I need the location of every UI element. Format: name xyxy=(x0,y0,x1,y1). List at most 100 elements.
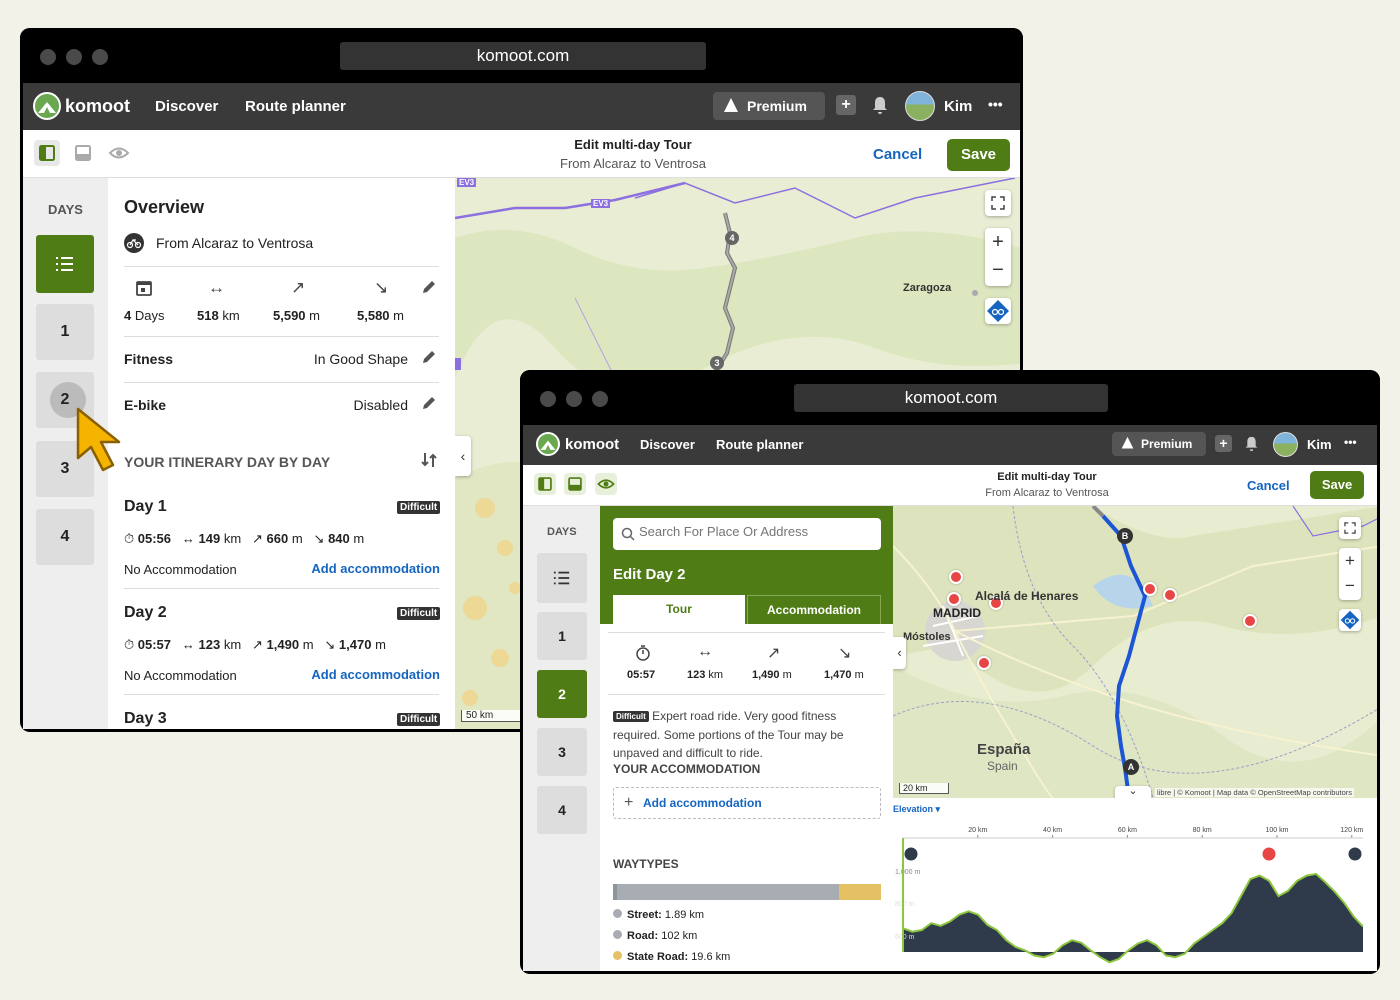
bell-icon[interactable] xyxy=(1244,435,1259,452)
avatar[interactable] xyxy=(1273,432,1298,457)
zoom-in-button[interactable]: + xyxy=(985,228,1011,257)
sidebar-toggle-icon[interactable] xyxy=(534,473,556,495)
day-button-1[interactable]: 1 xyxy=(36,304,94,360)
waytype-street: Street: 1.89 km xyxy=(613,909,704,921)
app-header: komoot Discover Route planner Premium + … xyxy=(523,425,1377,465)
tab-accommodation[interactable]: Accommodation xyxy=(747,595,881,624)
toolbar-title: Edit multi-day Tour xyxy=(574,137,692,152)
maximize-window-dot[interactable] xyxy=(92,49,108,65)
maximize-window-dot[interactable] xyxy=(592,391,608,407)
add-accommodation-button[interactable]: + Add accommodation xyxy=(613,787,881,819)
day-button-1[interactable]: 1 xyxy=(537,612,587,660)
bike-poi-marker-icon[interactable] xyxy=(977,656,991,670)
day-1-title[interactable]: Day 1 xyxy=(124,498,167,516)
save-button[interactable]: Save xyxy=(947,139,1010,171)
finish-marker-icon[interactable] xyxy=(1347,846,1363,862)
edit-fitness-pencil-icon[interactable] xyxy=(420,348,438,366)
minimize-window-dot[interactable] xyxy=(566,391,582,407)
zoom-out-button[interactable]: − xyxy=(985,257,1011,286)
premium-button[interactable]: Premium xyxy=(713,92,825,120)
elevation-y-tick: 1,000 m xyxy=(895,869,920,876)
waytype-color-dot xyxy=(613,951,622,960)
elevation-chart[interactable]: 20 km 40 km 60 km 80 km 100 km 120 km 1,000 m 8… xyxy=(893,822,1373,971)
overview-list-button[interactable] xyxy=(36,235,94,293)
address-bar[interactable]: komoot.com xyxy=(794,384,1108,412)
komoot-logo-icon[interactable] xyxy=(33,92,61,120)
bell-icon[interactable] xyxy=(871,95,889,115)
close-window-dot[interactable] xyxy=(40,49,56,65)
start-marker-icon[interactable] xyxy=(903,846,919,862)
stat-ascent: 5,590 m xyxy=(273,308,321,323)
zoom-control: + − xyxy=(1339,548,1361,600)
day-1-add-accommodation-link[interactable]: Add accommodation xyxy=(311,561,440,576)
day-2-add-accommodation-link[interactable]: Add accommodation xyxy=(311,667,440,682)
eye-icon[interactable] xyxy=(106,140,132,166)
bottom-panel-toggle-icon[interactable] xyxy=(564,473,586,495)
avatar[interactable] xyxy=(905,91,935,121)
map[interactable]: B A Alcalá de Henares MADRID Móstoles Es… xyxy=(893,506,1377,798)
toolbar-subtitle: From Alcaraz to Ventrosa xyxy=(560,156,706,171)
waytype-color-dot xyxy=(613,930,622,939)
toolbar-subtitle: From Alcaraz to Ventrosa xyxy=(985,487,1109,499)
tab-tour[interactable]: Tour xyxy=(613,595,745,624)
fullscreen-icon[interactable] xyxy=(985,190,1011,216)
eye-icon[interactable] xyxy=(595,473,617,495)
edit-ebike-pencil-icon[interactable] xyxy=(420,394,438,412)
user-name[interactable]: Kim xyxy=(944,98,972,115)
nav-route-planner[interactable]: Route planner xyxy=(245,98,346,115)
komoot-logo-icon[interactable] xyxy=(536,432,560,456)
brand-name[interactable]: komoot xyxy=(65,96,130,117)
day-button-2[interactable]: 2 xyxy=(537,670,587,718)
day-3-title[interactable]: Day 3 xyxy=(124,710,167,728)
marker-b[interactable]: B xyxy=(1117,528,1133,544)
nav-discover[interactable]: Discover xyxy=(155,98,218,115)
elevation-cursor[interactable] xyxy=(902,838,904,952)
close-window-dot[interactable] xyxy=(540,391,556,407)
marker-a[interactable]: A xyxy=(1123,759,1139,775)
cancel-button[interactable]: Cancel xyxy=(873,146,922,163)
nav-route-planner[interactable]: Route planner xyxy=(716,437,803,452)
add-button[interactable]: + xyxy=(836,95,856,115)
overview-list-button[interactable] xyxy=(537,553,587,603)
zoom-out-button[interactable]: − xyxy=(1339,574,1361,600)
add-button[interactable]: + xyxy=(1215,435,1232,452)
collapse-panel-chevron-icon[interactable]: ‹ xyxy=(893,637,906,669)
search-input[interactable] xyxy=(613,518,881,550)
elevation-dropdown[interactable]: Elevation ▾ xyxy=(893,804,940,815)
waypoint-4[interactable]: 4 xyxy=(725,231,739,245)
more-menu-icon[interactable]: ••• xyxy=(988,96,1003,112)
elevation-x-tick: 60 km xyxy=(1118,827,1137,834)
bike-layer-icon[interactable] xyxy=(985,298,1011,324)
brand-name[interactable]: komoot xyxy=(565,436,619,453)
nav-discover[interactable]: Discover xyxy=(640,437,695,452)
bike-poi-marker-icon[interactable] xyxy=(949,570,963,584)
waypoint-3[interactable]: 3 xyxy=(710,356,724,370)
bike-poi-marker-icon[interactable] xyxy=(1143,582,1157,596)
cancel-button[interactable]: Cancel xyxy=(1247,478,1290,493)
minimize-window-dot[interactable] xyxy=(66,49,82,65)
edit-stats-pencil-icon[interactable] xyxy=(420,278,438,296)
more-menu-icon[interactable]: ••• xyxy=(1344,435,1357,449)
zoom-in-button[interactable]: + xyxy=(1339,548,1361,574)
stopwatch-icon: ⏱ xyxy=(124,637,135,652)
bike-layer-icon[interactable] xyxy=(1339,609,1361,631)
address-bar[interactable]: komoot.com xyxy=(340,42,706,70)
reorder-icon[interactable] xyxy=(420,451,438,469)
bike-poi-marker-icon[interactable] xyxy=(1243,614,1257,628)
sidebar-toggle-icon[interactable] xyxy=(34,140,60,166)
fullscreen-icon[interactable] xyxy=(1339,517,1361,539)
collapse-elevation-chevron-icon[interactable]: ⌄ xyxy=(1115,786,1151,798)
bike-poi-marker-icon[interactable] xyxy=(947,592,961,606)
premium-button[interactable]: Premium xyxy=(1112,432,1206,456)
poi-marker-icon[interactable] xyxy=(1261,846,1277,862)
day-2-title[interactable]: Day 2 xyxy=(124,604,167,622)
day-button-4[interactable]: 4 xyxy=(537,786,587,834)
collapse-panel-chevron-icon[interactable]: ‹ xyxy=(455,436,471,476)
day-button-3[interactable]: 3 xyxy=(537,728,587,776)
bottom-panel-toggle-icon[interactable] xyxy=(70,140,96,166)
user-name[interactable]: Kim xyxy=(1307,437,1332,452)
bike-poi-marker-icon[interactable] xyxy=(1163,588,1177,602)
search-field[interactable] xyxy=(639,524,874,539)
save-button[interactable]: Save xyxy=(1310,471,1364,499)
day-button-4[interactable]: 4 xyxy=(36,509,94,565)
